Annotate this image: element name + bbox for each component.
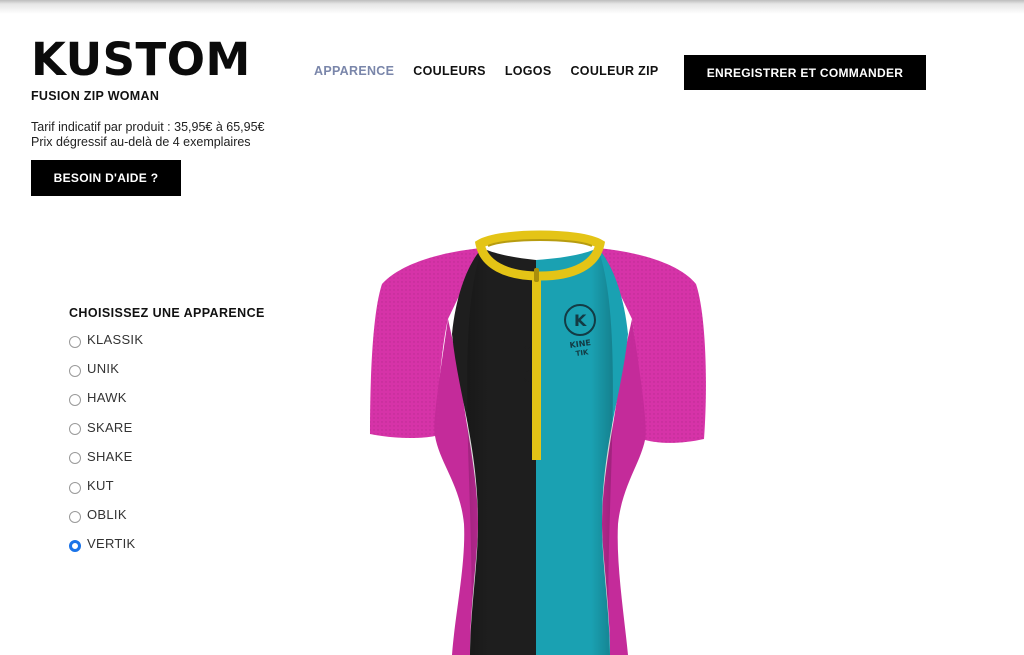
option-unik[interactable]: UNIK xyxy=(69,354,265,383)
option-label: OBLIK xyxy=(87,507,127,523)
help-button[interactable]: BESOIN D'AIDE ? xyxy=(31,160,181,196)
option-label: KLASSIK xyxy=(87,332,144,348)
appearance-title: CHOISISSEZ UNE APPARENCE xyxy=(69,306,265,320)
option-vertik[interactable]: VERTIK xyxy=(69,529,265,558)
radio-oblik[interactable] xyxy=(69,510,81,523)
option-label: SKARE xyxy=(87,419,133,435)
option-label: UNIK xyxy=(87,361,120,377)
svg-text:K: K xyxy=(574,311,587,330)
jersey-preview: KINETIK K KINE TIK xyxy=(370,230,706,655)
option-label: KUT xyxy=(87,478,114,494)
radio-hawk[interactable] xyxy=(69,393,81,406)
save-and-order-button[interactable]: ENREGISTRER ET COMMANDER xyxy=(684,55,926,90)
brand-logo[interactable]: KUSTOM xyxy=(31,34,251,86)
tab-couleur-zip[interactable]: COULEUR ZIP xyxy=(570,64,658,78)
zip-strip xyxy=(532,276,541,460)
top-shadow xyxy=(0,0,1024,14)
tab-logos[interactable]: LOGOS xyxy=(505,64,552,78)
product-name: FUSION ZIP WOMAN xyxy=(31,89,160,103)
tab-couleurs[interactable]: COULEURS xyxy=(413,64,486,78)
tab-apparence[interactable]: APPARENCE xyxy=(314,64,394,78)
zip-text: KINETIK xyxy=(523,344,532,384)
option-klassik[interactable]: KLASSIK xyxy=(69,325,265,354)
price-range: Tarif indicatif par produit : 35,95€ à 6… xyxy=(31,120,265,134)
option-label: HAWK xyxy=(87,390,127,406)
price-info: Tarif indicatif par produit : 35,95€ à 6… xyxy=(31,120,264,150)
option-label: VERTIK xyxy=(87,536,136,552)
appearance-options: CHOISISSEZ UNE APPARENCE KLASSIK UNIK HA… xyxy=(69,306,265,559)
option-skare[interactable]: SKARE xyxy=(69,413,265,442)
radio-skare[interactable] xyxy=(69,423,81,436)
option-kut[interactable]: KUT xyxy=(69,471,265,500)
option-shake[interactable]: SHAKE xyxy=(69,442,265,471)
customizer-nav: APPARENCE COULEURS LOGOS COULEUR ZIP xyxy=(314,64,659,78)
radio-shake[interactable] xyxy=(69,452,81,465)
option-oblik[interactable]: OBLIK xyxy=(69,500,265,529)
radio-vertik-selected[interactable] xyxy=(69,539,81,552)
radio-klassik[interactable] xyxy=(69,335,81,348)
option-label: SHAKE xyxy=(87,448,133,464)
zip-pull xyxy=(534,268,539,282)
radio-unik[interactable] xyxy=(69,364,81,377)
option-hawk[interactable]: HAWK xyxy=(69,383,265,412)
radio-kut[interactable] xyxy=(69,481,81,494)
price-discount-note: Prix dégressif au-delà de 4 exemplaires xyxy=(31,135,251,149)
